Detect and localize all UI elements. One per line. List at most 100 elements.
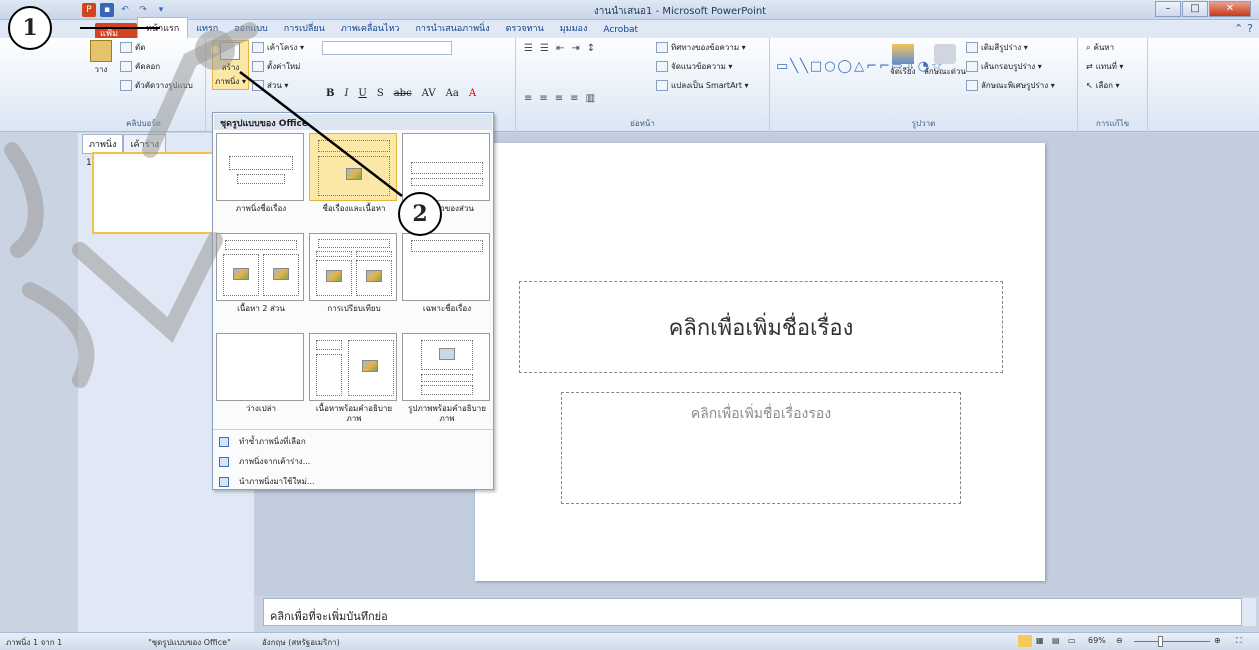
- tab-insert[interactable]: แทรก: [188, 18, 226, 38]
- shadow-button[interactable]: S: [377, 88, 384, 99]
- tab-acrobat[interactable]: Acrobat: [595, 22, 646, 38]
- select-button[interactable]: เลือก ▾: [1096, 79, 1120, 92]
- justify-icon[interactable]: ≡: [570, 93, 578, 104]
- replace-icon: ⇄: [1086, 62, 1093, 71]
- smartart-button[interactable]: แปลงเป็น SmartArt ▾: [671, 79, 749, 92]
- strikethrough-button[interactable]: abc: [394, 88, 412, 99]
- shape-effects-button[interactable]: ลักษณะพิเศษรูปร่าง ▾: [981, 79, 1055, 92]
- subtitle-placeholder[interactable]: คลิกเพื่อเพิ่มชื่อเรื่องรอง: [561, 392, 961, 504]
- format-painter-button[interactable]: ตัวคัดวางรูปแบบ: [135, 79, 193, 92]
- duplicate-slides-item[interactable]: ทำซ้ำภาพนิ่งที่เลือก: [219, 435, 306, 448]
- notes-scrollbar[interactable]: [1242, 598, 1256, 626]
- close-button[interactable]: ✕: [1209, 1, 1251, 17]
- help-icon[interactable]: ?: [1247, 22, 1253, 35]
- title-placeholder[interactable]: คลิกเพื่อเพิ่มชื่อเรื่อง: [519, 281, 1003, 373]
- shape-outline-button[interactable]: เส้นกรอบรูปร่าง ▾: [981, 60, 1042, 73]
- decrease-indent-icon[interactable]: ⇤: [556, 43, 564, 54]
- drawing-group: ▭╲╲□○◯△⌐⌐⇨⇩◔☆ จัดเรียง ลักษณะด่วน เติมสี…: [770, 38, 1078, 132]
- language-status[interactable]: อังกฤษ (สหรัฐอเมริกา): [262, 636, 340, 649]
- underline-button[interactable]: U: [358, 88, 366, 99]
- slide-number: 1: [86, 158, 92, 168]
- layout-title-only[interactable]: เฉพาะชื่อเรื่อง: [402, 233, 492, 314]
- slideshow-view-icon[interactable]: ▭: [1068, 636, 1076, 645]
- layout-two-content[interactable]: เนื้อหา 2 ส่วน: [216, 233, 306, 314]
- zoom-slider-thumb[interactable]: [1158, 636, 1163, 647]
- powerpoint-logo-icon[interactable]: P: [82, 3, 96, 17]
- change-case-button[interactable]: Aa: [446, 88, 459, 99]
- normal-view-icon[interactable]: [1018, 635, 1032, 647]
- paste-icon[interactable]: [90, 40, 112, 62]
- layout-title-content[interactable]: ชื่อเรื่องและเนื้อหา: [309, 133, 399, 214]
- replace-button[interactable]: แทนที่ ▾: [1096, 60, 1124, 73]
- line-spacing-icon[interactable]: ↕: [587, 43, 595, 54]
- reuse-slides-item[interactable]: นำภาพนิ่งมาใช้ใหม่...: [219, 475, 315, 488]
- tab-slideshow[interactable]: การนำเสนอภาพนิ่ง: [407, 18, 497, 38]
- layout-name: เฉพาะชื่อเรื่อง: [422, 304, 472, 313]
- zoom-level[interactable]: 69%: [1088, 636, 1106, 645]
- zoom-slider-track[interactable]: [1134, 641, 1210, 642]
- text-direction-icon: [656, 42, 668, 53]
- text-direction-button[interactable]: ทิศทางของข้อความ ▾: [671, 41, 746, 54]
- align-left-icon[interactable]: ≡: [524, 93, 532, 104]
- sorter-view-icon[interactable]: ▦: [1036, 636, 1044, 645]
- italic-button[interactable]: I: [344, 88, 348, 99]
- zoom-in-icon[interactable]: ⊕: [1214, 636, 1221, 645]
- panel-tabs: ภาพนิ่ง เค้าร่าง: [82, 134, 166, 154]
- layout-content-caption[interactable]: เนื้อหาพร้อมคำอธิบายภาพ: [309, 333, 399, 424]
- reading-view-icon[interactable]: ▤: [1052, 636, 1060, 645]
- tab-outline-panel[interactable]: เค้าร่าง: [123, 134, 166, 154]
- customize-icon[interactable]: ▾: [154, 3, 168, 17]
- shape-fill-button[interactable]: เติมสีรูปร่าง ▾: [981, 41, 1028, 54]
- numbering-icon[interactable]: ☰: [540, 43, 549, 54]
- redo-icon[interactable]: ↷: [136, 3, 150, 17]
- section-button[interactable]: ส่วน ▾: [267, 79, 288, 92]
- font-name-input[interactable]: [322, 41, 452, 55]
- paste-button-label[interactable]: วาง: [95, 63, 108, 76]
- char-spacing-button[interactable]: AV: [422, 88, 436, 99]
- cut-button[interactable]: ตัด: [135, 41, 145, 54]
- layout-button[interactable]: เค้าโครง ▾: [267, 41, 304, 54]
- help-area: ⌃ ?: [1234, 22, 1253, 35]
- tab-slides-panel[interactable]: ภาพนิ่ง: [82, 134, 124, 154]
- tab-animations[interactable]: ภาพเคลื่อนไหว: [333, 18, 408, 38]
- minimize-ribbon-icon[interactable]: ⌃: [1234, 22, 1243, 35]
- paragraph-group: ☰ ☰ ⇤ ⇥ ↕ ≡ ≡ ≡ ≡ ▥ ทิศทางของข้อความ ▾ จัดแนวข้อ…: [516, 38, 770, 132]
- layout-comparison[interactable]: การเปรียบเทียบ: [309, 233, 399, 314]
- tab-review[interactable]: ตรวจทาน: [498, 18, 552, 38]
- font-color-button[interactable]: A: [469, 88, 476, 99]
- copy-button[interactable]: คัดลอก: [135, 60, 160, 73]
- slides-from-outline-item[interactable]: ภาพนิ่งจากเค้าร่าง...: [219, 455, 310, 468]
- align-right-icon[interactable]: ≡: [555, 93, 563, 104]
- reset-button[interactable]: ตั้งค่าใหม่: [267, 60, 300, 73]
- tab-view[interactable]: มุมมอง: [552, 18, 596, 38]
- new-slide-button[interactable]: สร้าง ภาพนิ่ง ▾: [212, 40, 249, 90]
- tab-home[interactable]: หน้าแรก: [137, 17, 189, 38]
- align-center-icon[interactable]: ≡: [539, 93, 547, 104]
- increase-indent-icon[interactable]: ⇥: [571, 43, 579, 54]
- layout-blank[interactable]: ว่างเปล่า: [216, 333, 306, 414]
- zoom-out-icon[interactable]: ⊖: [1116, 636, 1123, 645]
- align-text-button[interactable]: จัดแนวข้อความ ▾: [671, 60, 732, 73]
- columns-icon[interactable]: ▥: [586, 93, 595, 104]
- save-icon[interactable]: ▪: [100, 3, 114, 17]
- quick-styles-button[interactable]: ลักษณะด่วน: [924, 44, 966, 78]
- tab-transitions[interactable]: การเปลี่ยน: [276, 18, 333, 38]
- layout-title-slide[interactable]: ภาพนิ่งชื่อเรื่อง: [216, 133, 306, 214]
- notes-pane[interactable]: คลิกเพื่อที่จะเพิ่มบันทึกย่อ: [263, 598, 1242, 626]
- find-button[interactable]: ค้นหา: [1093, 41, 1114, 54]
- bullets-icon[interactable]: ☰: [524, 43, 533, 54]
- shape-fill-icon: [966, 42, 978, 53]
- paragraph-label: ย่อหน้า: [630, 119, 655, 128]
- undo-icon[interactable]: ↶: [118, 3, 132, 17]
- layout-thumb: [216, 133, 304, 201]
- tab-design[interactable]: ออกแบบ: [226, 18, 276, 38]
- layout-picture-caption[interactable]: รูปภาพพร้อมคำอธิบายภาพ: [402, 333, 492, 424]
- tab-file[interactable]: แฟ้ม: [95, 23, 137, 39]
- bold-button[interactable]: B: [326, 88, 334, 99]
- minimize-button[interactable]: –: [1155, 1, 1181, 17]
- layout-thumb: [402, 133, 490, 201]
- maximize-button[interactable]: □: [1182, 1, 1208, 17]
- arrange-button[interactable]: จัดเรียง: [890, 44, 916, 78]
- fit-window-icon[interactable]: ⛶: [1236, 636, 1242, 646]
- shapes-gallery[interactable]: ▭╲╲□○◯△⌐⌐⇨⇩◔☆: [776, 42, 943, 92]
